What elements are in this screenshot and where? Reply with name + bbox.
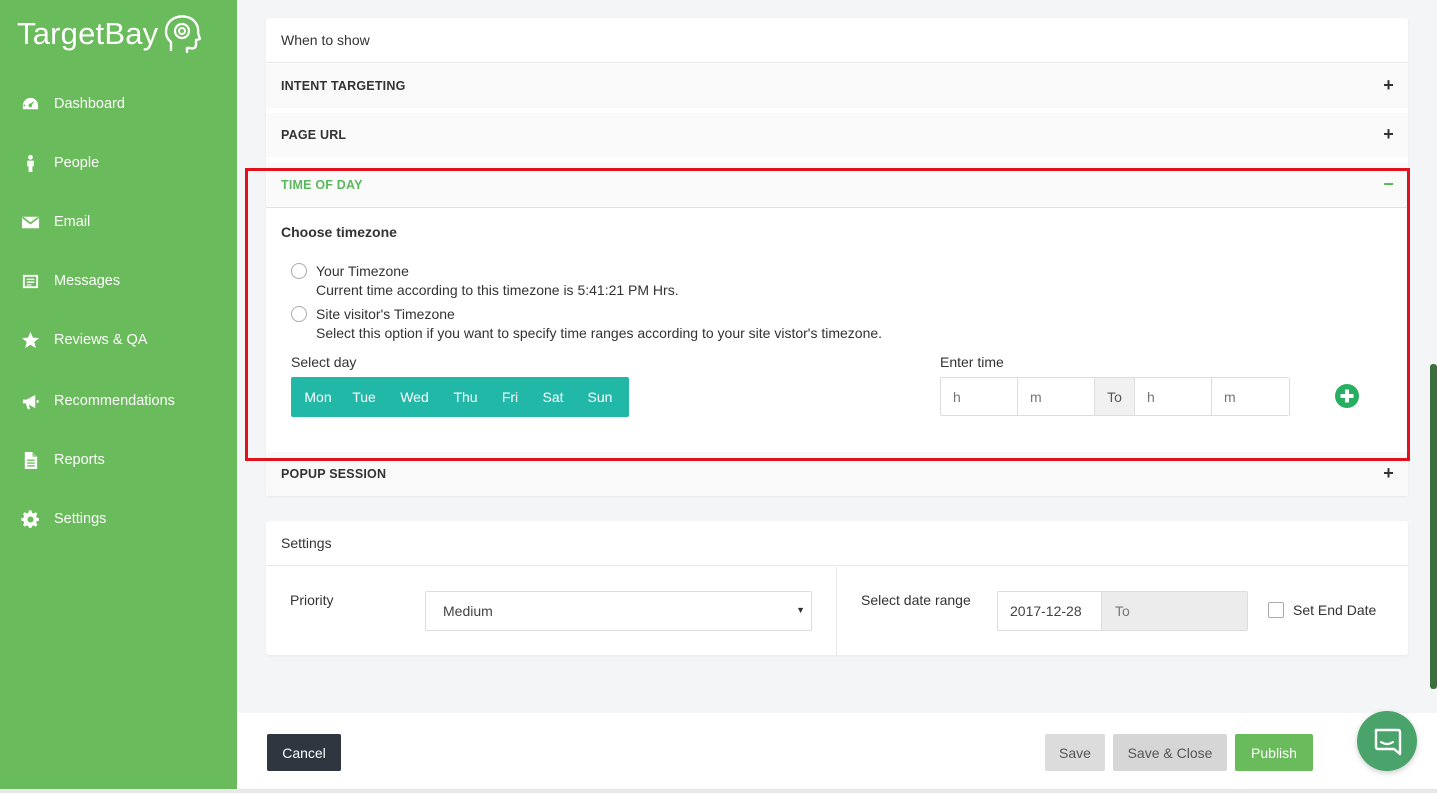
end-minute-input[interactable] (1212, 378, 1289, 415)
person-icon (20, 153, 40, 173)
your-timezone-label: Your Timezone (316, 263, 409, 279)
document-icon (20, 450, 40, 470)
sidebar-item-reviews[interactable]: Reviews & QA (20, 325, 147, 355)
sidebar-item-label: Settings (54, 511, 107, 527)
accordion-time-of-day[interactable]: TIME OF DAY − (266, 163, 1408, 208)
time-of-day-panel: Choose timezone Your Timezone Current ti… (266, 208, 1408, 454)
start-minute-input[interactable] (1018, 378, 1095, 415)
head-logo-icon (165, 15, 202, 54)
dashboard-icon (20, 94, 40, 114)
time-range-group: To (940, 377, 1290, 416)
priority-select[interactable]: Medium ▼ (425, 591, 812, 631)
caret-down-icon: ▼ (796, 605, 805, 615)
date-range-group: 2017-12-28 To (997, 591, 1248, 631)
sidebar-item-label: People (54, 155, 100, 171)
bottom-edge (0, 789, 1437, 793)
enter-time-label: Enter time (940, 354, 1004, 370)
plus-icon[interactable]: + (1383, 464, 1394, 482)
sidebar-item-label: Recommendations (54, 393, 175, 409)
day-sat-button[interactable]: Sat (529, 389, 577, 405)
sidebar-item-recommendations[interactable]: Recommendations (20, 386, 175, 416)
plus-icon[interactable]: + (1383, 125, 1394, 143)
priority-value: Medium (443, 603, 493, 619)
gear-icon (20, 509, 40, 529)
accordion-label: POPUP SESSION (281, 467, 387, 481)
your-timezone-radio[interactable] (291, 263, 307, 279)
start-date-input[interactable]: 2017-12-28 (998, 592, 1102, 630)
envelope-icon (20, 212, 40, 232)
day-tue-button[interactable]: Tue (339, 389, 389, 405)
select-day-label: Select day (291, 354, 357, 370)
sidebar-item-people[interactable]: People (20, 148, 99, 178)
your-timezone-description: Current time according to this timezone … (316, 282, 679, 298)
set-end-date-label: Set End Date (1293, 602, 1377, 618)
day-fri-button[interactable]: Fri (491, 389, 529, 405)
priority-label: Priority (290, 592, 334, 608)
day-wed-button[interactable]: Wed (389, 389, 440, 405)
megaphone-icon (20, 391, 40, 411)
cancel-button[interactable]: Cancel (267, 734, 341, 771)
save-close-button[interactable]: Save & Close (1113, 734, 1227, 771)
accordion-label: INTENT TARGETING (281, 79, 406, 93)
visitor-timezone-radio[interactable] (291, 306, 307, 322)
footer-bar: Cancel Save Save & Close Publish (237, 713, 1437, 793)
set-end-date-checkbox[interactable] (1268, 602, 1284, 618)
sidebar-item-reports[interactable]: Reports (20, 445, 105, 475)
date-range-label: Select date range (861, 592, 971, 608)
accordion-page-url[interactable]: PAGE URL + (266, 113, 1408, 157)
visitor-timezone-description: Select this option if you want to specif… (316, 325, 883, 341)
accordion-popup-session[interactable]: POPUP SESSION + (266, 452, 1408, 496)
add-time-range-plus-circle-icon[interactable] (1334, 383, 1360, 409)
sidebar-item-dashboard[interactable]: Dashboard (20, 89, 125, 119)
targetbay-logo[interactable]: TargetBay (17, 14, 202, 54)
when-to-show-title: When to show (266, 18, 1408, 63)
main-content: When to show INTENT TARGETING + PAGE URL… (237, 0, 1437, 793)
sidebar-item-messages[interactable]: Messages (20, 266, 120, 296)
day-thu-button[interactable]: Thu (440, 389, 491, 405)
scrollbar-thumb[interactable] (1430, 364, 1437, 689)
sidebar-item-label: Messages (54, 273, 121, 289)
publish-button[interactable]: Publish (1235, 734, 1313, 771)
start-hour-input[interactable] (941, 378, 1018, 415)
accordion-label: TIME OF DAY (281, 178, 363, 192)
save-button[interactable]: Save (1045, 734, 1105, 771)
sidebar-item-email[interactable]: Email (20, 207, 90, 237)
accordion-label: PAGE URL (281, 128, 347, 142)
sidebar-item-label: Reports (54, 452, 105, 468)
accordion-intent-targeting[interactable]: INTENT TARGETING + (266, 64, 1408, 108)
visitor-timezone-label: Site visitor's Timezone (316, 306, 455, 322)
end-hour-input[interactable] (1135, 378, 1212, 415)
choose-timezone-heading: Choose timezone (281, 224, 397, 240)
plus-icon[interactable]: + (1383, 76, 1394, 94)
day-sun-button[interactable]: Sun (577, 389, 623, 405)
when-to-show-card: When to show INTENT TARGETING + PAGE URL… (266, 18, 1408, 496)
sidebar-item-settings[interactable]: Settings (20, 504, 106, 534)
logo-text: TargetBay (17, 16, 159, 51)
star-icon (20, 330, 40, 350)
sidebar-item-label: Dashboard (54, 96, 125, 112)
day-mon-button[interactable]: Mon (297, 389, 339, 405)
messages-icon (20, 271, 40, 291)
sidebar-item-label: Email (54, 214, 91, 230)
settings-card: Settings Priority Medium ▼ Select date r… (266, 521, 1408, 656)
minus-icon[interactable]: − (1383, 175, 1394, 193)
chat-launcher[interactable] (1357, 711, 1417, 771)
settings-divider (836, 567, 837, 656)
chat-icon (1374, 728, 1402, 756)
time-to-label: To (1095, 378, 1135, 415)
sidebar-item-label: Reviews & QA (54, 332, 148, 348)
day-selector: Mon Tue Wed Thu Fri Sat Sun (291, 377, 629, 417)
sidebar: TargetBay Dashboard People Email Message… (0, 0, 237, 793)
end-date-input[interactable]: To (1102, 592, 1247, 630)
settings-title: Settings (266, 521, 1408, 566)
